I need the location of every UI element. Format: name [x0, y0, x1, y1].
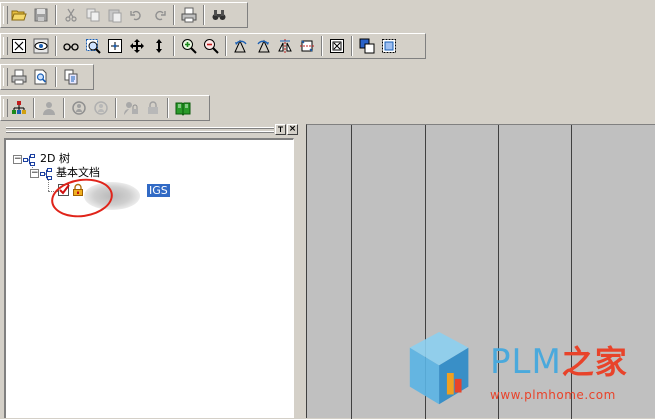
tree-node-root[interactable]: 2D 树 — [40, 152, 70, 165]
panel-grip — [6, 127, 274, 129]
toolbar-grip[interactable] — [3, 68, 8, 86]
toolbar-separator — [55, 5, 57, 25]
rotate-right-icon[interactable] — [252, 35, 274, 57]
panel-header[interactable]: × — [4, 124, 300, 136]
save-icon[interactable] — [30, 4, 52, 26]
zoom-in-icon[interactable] — [178, 35, 200, 57]
watermark-url: www.plmhome.com — [490, 388, 616, 402]
toolbar-separator — [115, 98, 117, 118]
tree-node-icon — [23, 154, 35, 166]
toolbar-separator — [203, 5, 205, 25]
toolbar-separator — [225, 36, 227, 56]
org-chart-icon[interactable] — [8, 97, 30, 119]
panel-grip — [6, 131, 274, 133]
tree-node-leaf[interactable]: IGS — [147, 184, 170, 197]
zoom-window-icon[interactable] — [82, 35, 104, 57]
glasses-icon[interactable] — [60, 35, 82, 57]
tree-panel: × − 2D 树 − 基本文档 IGS — [4, 124, 300, 418]
paste-icon[interactable] — [104, 4, 126, 26]
mirror-vertical-icon[interactable] — [296, 35, 318, 57]
select-window-icon[interactable] — [378, 35, 400, 57]
watermark: PLM之家 www.plmhome.com — [402, 332, 655, 418]
copy-icon[interactable] — [82, 4, 104, 26]
tree-node-child[interactable]: 基本文档 — [56, 166, 100, 179]
canvas-grid-line — [351, 125, 352, 419]
lock-icon[interactable] — [142, 97, 164, 119]
tree-expander-root[interactable]: − — [13, 155, 22, 164]
view-toolbar — [0, 33, 426, 59]
toolbar-separator — [63, 98, 65, 118]
layers-icon[interactable] — [356, 35, 378, 57]
toolbar-separator — [167, 98, 169, 118]
tree-expander-child[interactable]: − — [30, 169, 39, 178]
group-rotate-gray-icon[interactable] — [90, 97, 112, 119]
user-icon[interactable] — [38, 97, 60, 119]
toolbar-separator — [55, 36, 57, 56]
pan-icon[interactable] — [126, 35, 148, 57]
panel-close-button[interactable]: × — [287, 124, 298, 135]
view-eye-icon[interactable] — [30, 35, 52, 57]
fit-window-icon[interactable] — [326, 35, 348, 57]
tree-node-icon — [40, 168, 52, 180]
open-folder-icon[interactable] — [8, 4, 30, 26]
zoom-extents-icon[interactable] — [8, 35, 30, 57]
toolbar-separator — [321, 36, 323, 56]
mirror-horizontal-icon[interactable] — [274, 35, 296, 57]
toolbar-row-2 — [0, 31, 655, 59]
vertical-pan-icon[interactable] — [148, 35, 170, 57]
watermark-brand: PLM之家 — [490, 342, 628, 382]
close-icon: × — [288, 124, 297, 134]
zoom-center-icon[interactable] — [104, 35, 126, 57]
toolbar-grip[interactable] — [3, 6, 8, 24]
print-icon[interactable] — [178, 4, 200, 26]
toolbar-row-3 — [0, 62, 655, 90]
undo-icon[interactable] — [126, 4, 148, 26]
book-icon[interactable] — [172, 97, 194, 119]
cut-icon[interactable] — [60, 4, 82, 26]
panel-pin-button[interactable] — [275, 124, 286, 135]
print-preview-icon[interactable] — [8, 66, 30, 88]
redo-icon[interactable] — [148, 4, 170, 26]
toolbar-row-4 — [0, 93, 655, 121]
user-lock-icon[interactable] — [120, 97, 142, 119]
toolbar-separator — [173, 5, 175, 25]
toolbar-grip[interactable] — [3, 99, 8, 117]
rotate-left-icon[interactable] — [230, 35, 252, 57]
group-rotate-icon[interactable] — [68, 97, 90, 119]
page-search-icon[interactable] — [30, 66, 52, 88]
zoom-out-icon[interactable] — [200, 35, 222, 57]
toolbar-separator — [33, 98, 35, 118]
toolbar-grip[interactable] — [3, 37, 8, 55]
print-toolbar — [0, 64, 94, 90]
toolbar-separator — [55, 67, 57, 87]
standard-toolbar — [0, 2, 248, 28]
toolbar-row-1 — [0, 0, 655, 28]
plm-logo-icon — [409, 332, 469, 405]
tree-view[interactable]: − 2D 树 − 基本文档 IGS — [4, 138, 294, 418]
binoculars-icon[interactable] — [208, 4, 230, 26]
copy-page-icon[interactable] — [60, 66, 82, 88]
pin-icon — [278, 126, 283, 132]
toolbar-separator — [173, 36, 175, 56]
toolbar-separator — [351, 36, 353, 56]
user-toolbar — [0, 95, 210, 121]
